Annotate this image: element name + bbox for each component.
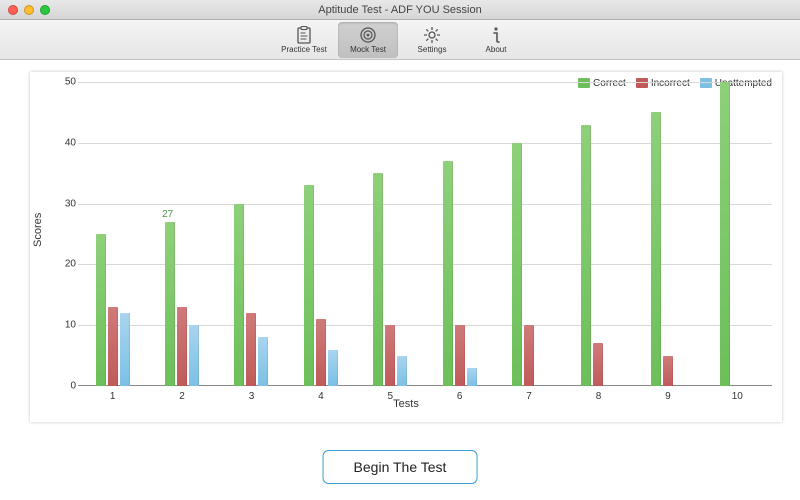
data-label: 27	[162, 209, 173, 220]
bar-correct	[443, 161, 453, 386]
bar-incorrect	[246, 313, 256, 386]
bar-unattempted	[328, 350, 338, 386]
info-icon	[487, 26, 505, 44]
toolbar-settings[interactable]: Settings	[402, 22, 462, 58]
bar-correct	[581, 125, 591, 386]
bar-correct	[304, 185, 314, 386]
x-tick-label: 9	[633, 391, 702, 402]
bar-group: 8	[564, 82, 633, 386]
bar-group: 5	[356, 82, 425, 386]
bar-group: 3	[217, 82, 286, 386]
toolbar-label: Settings	[418, 45, 447, 54]
y-tick-label: 10	[56, 320, 76, 331]
gear-icon	[423, 26, 441, 44]
bar-group: 7	[494, 82, 563, 386]
toolbar-about[interactable]: About	[466, 22, 526, 58]
toolbar-practice-test[interactable]: Practice Test	[274, 22, 334, 58]
x-axis-label: Tests	[393, 398, 419, 410]
bar-correct	[373, 173, 383, 386]
toolbar-mock-test[interactable]: Mock Test	[338, 22, 398, 58]
bar-incorrect	[524, 325, 534, 386]
bar-correct	[234, 204, 244, 386]
toolbar-label: Practice Test	[281, 45, 327, 54]
x-tick-label: 4	[286, 391, 355, 402]
bar-group: 10	[703, 82, 772, 386]
bar-incorrect	[108, 307, 118, 386]
window-titlebar: Aptitude Test - ADF YOU Session	[0, 0, 800, 20]
bar-group: 2	[147, 82, 216, 386]
scores-chart: Correct Incorrect Unattempted Scores 010…	[30, 72, 782, 422]
y-tick-label: 50	[56, 77, 76, 88]
bar-incorrect	[663, 356, 673, 386]
toolbar-label: About	[486, 45, 507, 54]
bar-correct	[165, 222, 175, 386]
window-title: Aptitude Test - ADF YOU Session	[0, 4, 800, 16]
bar-unattempted	[258, 337, 268, 386]
x-tick-label: 1	[78, 391, 147, 402]
bar-incorrect	[177, 307, 187, 386]
y-tick-label: 20	[56, 259, 76, 270]
bar-incorrect	[385, 325, 395, 386]
bar-incorrect	[593, 343, 603, 386]
bar-unattempted	[467, 368, 477, 386]
bar-unattempted	[189, 325, 199, 386]
x-tick-label: 3	[217, 391, 286, 402]
bar-incorrect	[316, 319, 326, 386]
bar-group: 9	[633, 82, 702, 386]
toolbar-label: Mock Test	[350, 45, 386, 54]
y-tick-label: 0	[56, 381, 76, 392]
y-tick-label: 40	[56, 137, 76, 148]
x-tick-label: 7	[494, 391, 563, 402]
toolbar: Practice Test Mock Test Settings About	[0, 20, 800, 60]
y-tick-label: 30	[56, 198, 76, 209]
target-icon	[359, 26, 377, 44]
x-tick-label: 2	[147, 391, 216, 402]
clipboard-icon	[295, 26, 313, 44]
bar-incorrect	[455, 325, 465, 386]
bar-unattempted	[397, 356, 407, 386]
x-tick-label: 8	[564, 391, 633, 402]
x-tick-label: 6	[425, 391, 494, 402]
bar-correct	[512, 143, 522, 386]
plot-area: 010203040501234567891027	[78, 82, 772, 386]
bar-correct	[96, 234, 106, 386]
bar-unattempted	[120, 313, 130, 386]
bar-group: 4	[286, 82, 355, 386]
begin-test-button[interactable]: Begin The Test	[323, 450, 478, 484]
x-tick-label: 10	[703, 391, 772, 402]
bar-correct	[651, 112, 661, 386]
bar-group: 1	[78, 82, 147, 386]
bar-correct	[720, 82, 730, 386]
bar-group: 6	[425, 82, 494, 386]
y-axis-label: Scores	[32, 213, 44, 247]
